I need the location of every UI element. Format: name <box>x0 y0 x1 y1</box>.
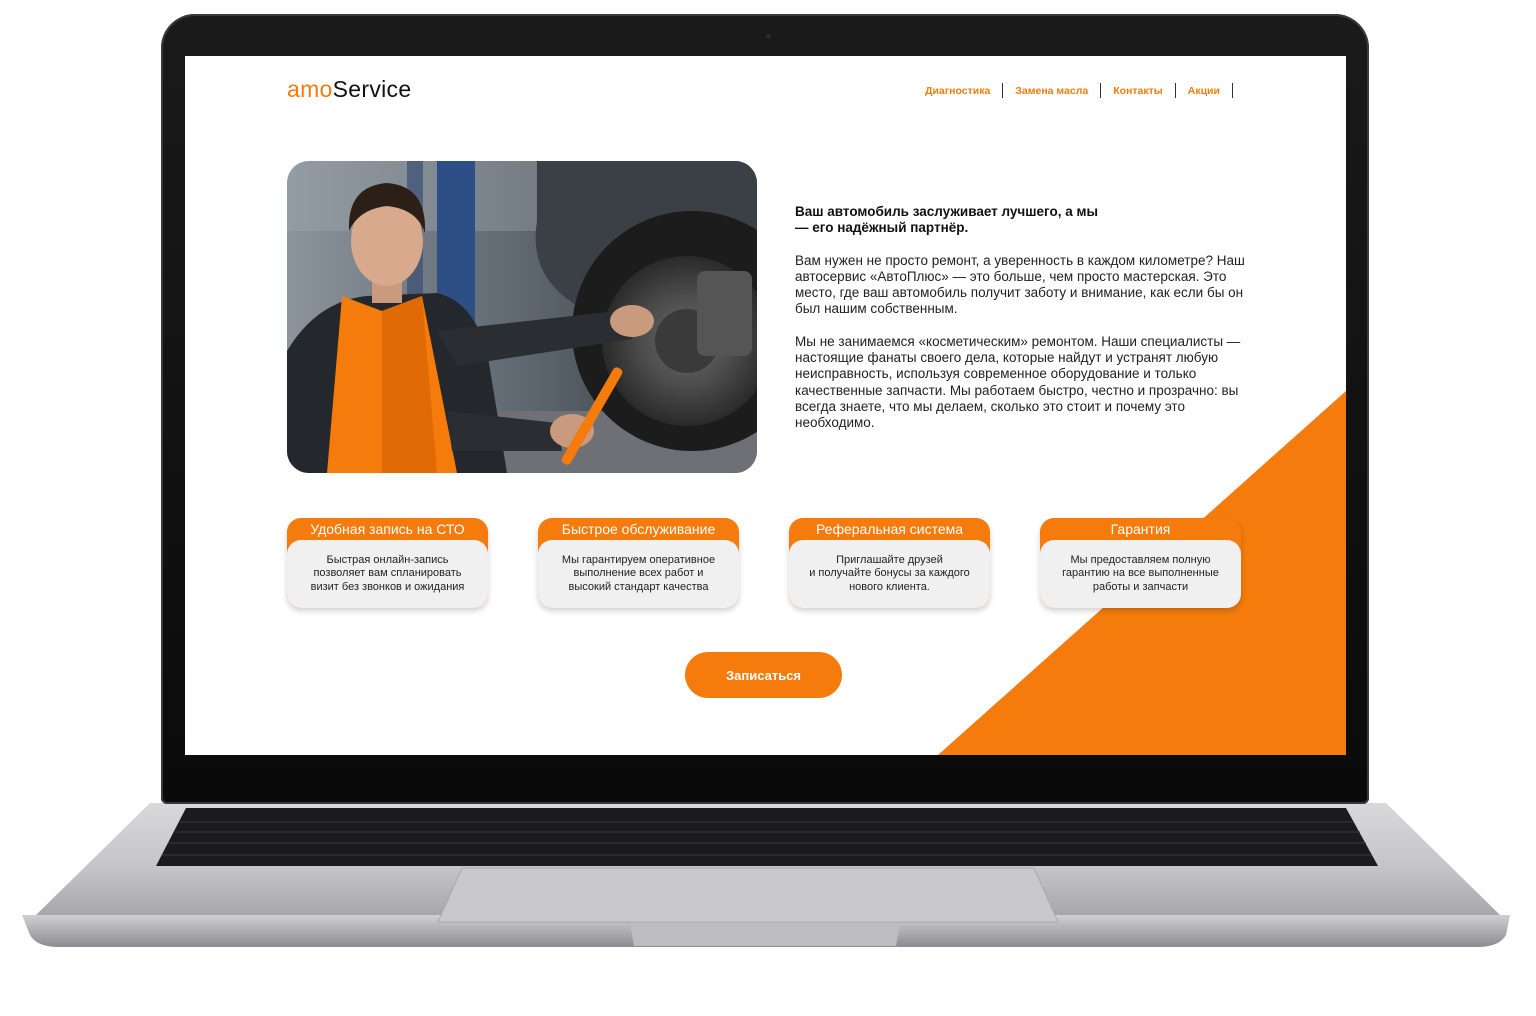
laptop-mockup: amoService Диагностика Замена масла Конт… <box>0 0 1536 1016</box>
nav-item-diagnostics[interactable]: Диагностика <box>913 85 1002 97</box>
book-appointment-button[interactable]: Записаться <box>685 652 842 698</box>
hero-headline: Ваш автомобиль заслуживает лучшего, а мы… <box>795 204 1098 236</box>
mechanic-photo <box>287 161 757 473</box>
site-logo[interactable]: amoService <box>287 76 411 103</box>
nav-item-promotions[interactable]: Акции <box>1176 85 1232 97</box>
hero-paragraph-1: Вам нужен не просто ремонт, а уверенност… <box>795 252 1245 317</box>
feature-card-referral: Реферальная система Приглашайте друзей и… <box>789 518 990 608</box>
main-nav: Диагностика Замена масла Контакты Акции <box>913 83 1233 98</box>
feature-card-text: Быстрая онлайн-запись позволяет вам спла… <box>287 540 488 608</box>
feature-card-fast-service: Быстрое обслуживание Мы гарантируем опер… <box>538 518 739 608</box>
feature-card-title: Гарантия <box>1110 521 1171 537</box>
hero-text: Ваш автомобиль заслуживает лучшего, а мы… <box>795 204 1255 448</box>
feature-card-title: Удобная запись на СТО <box>310 521 465 537</box>
feature-card-text: Мы предоставляем полную гарантию на все … <box>1040 540 1241 608</box>
logo-prefix: amo <box>287 76 333 102</box>
logo-suffix: Service <box>332 76 412 102</box>
webcam-icon <box>766 34 771 39</box>
hero-paragraph-2: Мы не занимаемся «косметическим» ремонто… <box>795 333 1241 431</box>
feature-card-text: Мы гарантируем оперативное выполнение вс… <box>538 540 739 608</box>
feature-card-booking: Удобная запись на СТО Быстрая онлайн-зап… <box>287 518 488 608</box>
nav-item-oil-change[interactable]: Замена масла <box>1003 85 1100 97</box>
feature-card-text: Приглашайте друзей и получайте бонусы за… <box>789 540 990 608</box>
nav-item-contacts[interactable]: Контакты <box>1101 85 1175 97</box>
feature-card-title: Быстрое обслуживание <box>561 521 716 537</box>
feature-card-warranty: Гарантия Мы предоставляем полную гаранти… <box>1040 518 1241 608</box>
website-screen: amoService Диагностика Замена масла Конт… <box>185 56 1346 755</box>
feature-card-title: Реферальная система <box>815 521 964 537</box>
nav-divider <box>1231 83 1233 98</box>
